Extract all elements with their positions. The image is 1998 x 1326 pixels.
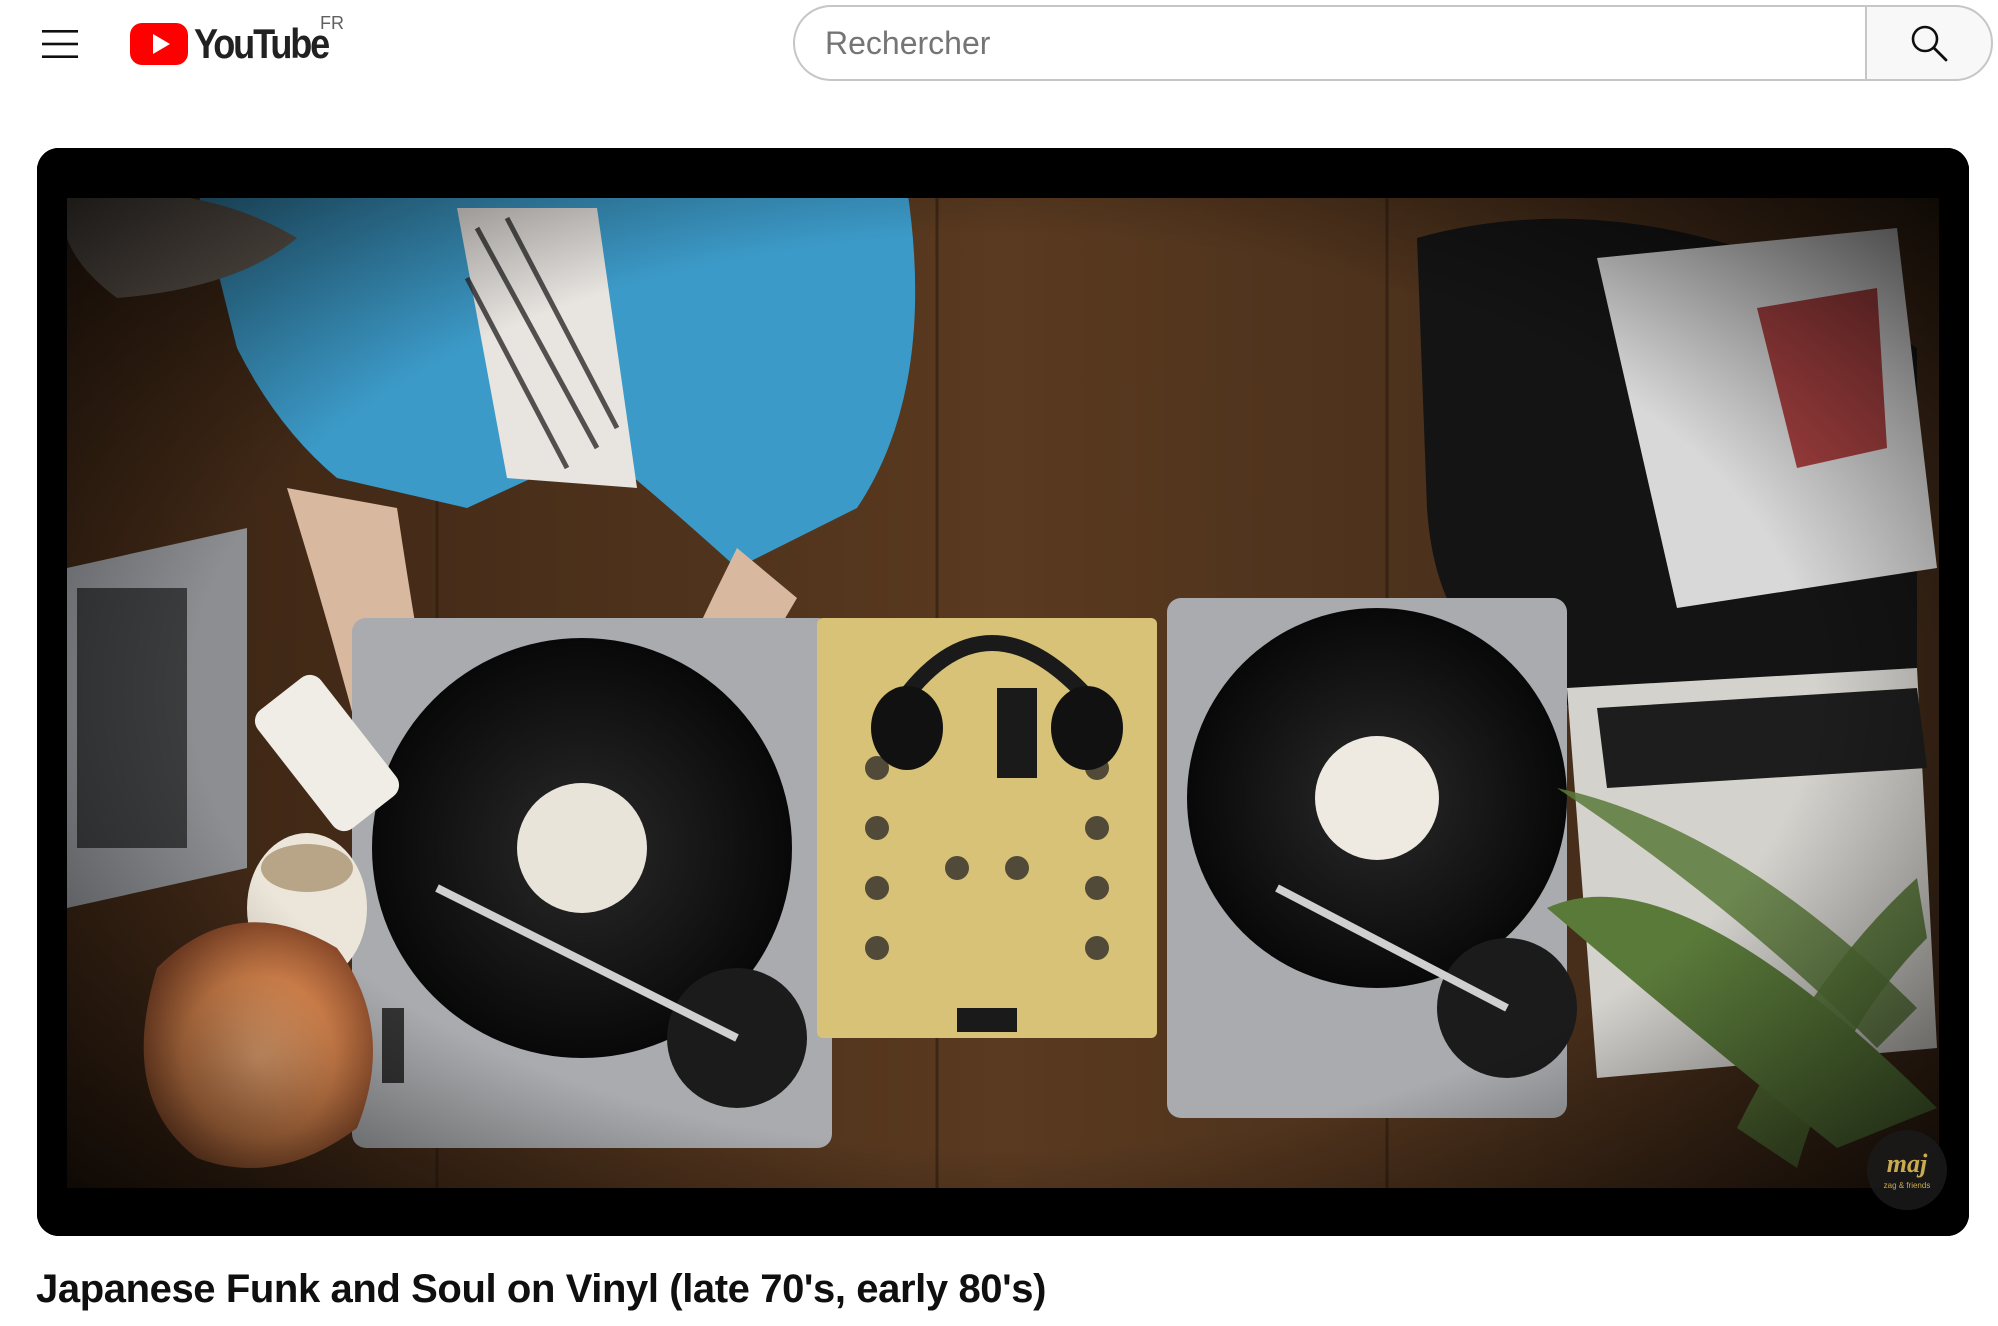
search-button[interactable] — [1865, 5, 1993, 81]
search-input[interactable] — [825, 7, 1845, 79]
youtube-play-icon — [130, 23, 188, 65]
youtube-logo-link[interactable]: YouTube — [130, 18, 350, 70]
masthead: YouTube FR — [0, 0, 1998, 96]
country-code-label: FR — [320, 13, 344, 33]
youtube-wordmark: YouTube — [194, 20, 330, 67]
guide-menu-button[interactable] — [24, 14, 96, 74]
video-player[interactable]: maj zag & friends — [37, 148, 1969, 1236]
hamburger-menu-icon — [42, 30, 78, 58]
watermark-text: maj — [1887, 1149, 1928, 1178]
video-frame[interactable]: maj zag & friends — [37, 148, 1969, 1236]
watermark-subtext: zag & friends — [1884, 1181, 1931, 1190]
search-icon — [1911, 25, 1948, 62]
search-box — [793, 5, 1865, 81]
video-title: Japanese Funk and Soul on Vinyl (late 70… — [36, 1267, 1047, 1311]
video-frame-image: maj zag & friends — [37, 148, 1969, 1236]
channel-watermark[interactable]: maj zag & friends — [1867, 1130, 1947, 1210]
